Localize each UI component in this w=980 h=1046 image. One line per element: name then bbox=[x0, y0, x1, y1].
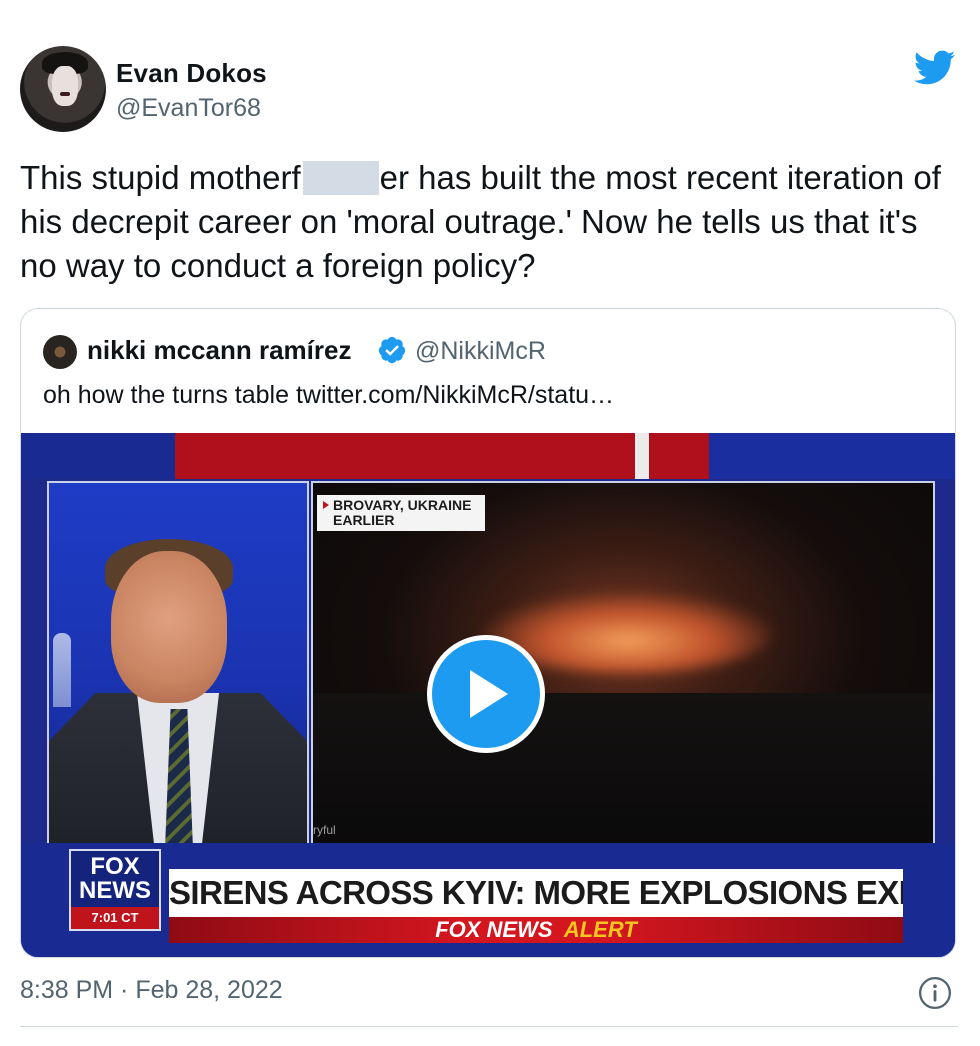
tweet-text: This stupid motherf er has built the most… bbox=[20, 156, 960, 288]
quoted-tweet-text[interactable]: oh how the turns table twitter.com/Nikki… bbox=[43, 381, 614, 410]
bottom-divider bbox=[20, 1026, 958, 1027]
host-video-panel bbox=[47, 481, 309, 847]
tweet-header: Evan Dokos @EvanTor68 bbox=[20, 44, 960, 136]
alert-brand: FOX NEWS bbox=[435, 917, 553, 942]
quoted-author-avatar[interactable] bbox=[43, 335, 77, 369]
location-line-1: BROVARY, UKRAINE bbox=[333, 497, 472, 513]
location-tag: BROVARY, UKRAINE EARLIER bbox=[317, 495, 485, 531]
quoted-author-name[interactable]: nikki mccann ramírez bbox=[87, 335, 351, 366]
twitter-bird-icon[interactable] bbox=[914, 50, 956, 86]
dark-ground bbox=[313, 693, 933, 845]
info-icon[interactable] bbox=[918, 976, 952, 1010]
play-icon bbox=[470, 670, 508, 718]
video-thumbnail[interactable]: BROVARY, UKRAINE EARLIER ryful FOX NEWS … bbox=[21, 433, 955, 957]
logo-line-2: NEWS bbox=[79, 877, 151, 904]
studio-red-band bbox=[175, 433, 635, 479]
author-handle[interactable]: @EvanTor68 bbox=[116, 94, 261, 123]
alert-word: ALERT bbox=[563, 917, 637, 942]
avatar-face bbox=[52, 66, 78, 106]
footage-credit: ryful bbox=[313, 823, 336, 837]
author-avatar[interactable] bbox=[20, 46, 106, 132]
play-button[interactable] bbox=[427, 635, 545, 753]
studio-red-band-2 bbox=[649, 433, 709, 479]
host-face bbox=[111, 551, 227, 703]
location-line-2: EARLIER bbox=[333, 512, 395, 528]
studio-white-bar bbox=[635, 433, 649, 479]
avatar-lips bbox=[60, 92, 70, 96]
quoted-tweet-card[interactable]: nikki mccann ramírez @NikkiMcR oh how th… bbox=[20, 308, 956, 958]
news-alert-bar: FOX NEWS ALERT bbox=[169, 917, 903, 943]
tweet-text-part-1: This stupid motherf bbox=[20, 159, 301, 196]
capitol-dome-image bbox=[53, 633, 71, 707]
news-headline: SIRENS ACROSS KYIV: MORE EXPLOSIONS EXPE… bbox=[169, 869, 903, 917]
studio-blue-panel bbox=[709, 433, 955, 479]
verified-badge-icon bbox=[378, 336, 406, 364]
logo-time: 7:01 CT bbox=[71, 907, 159, 929]
tweet-timestamp[interactable]: 8:38 PM · Feb 28, 2022 bbox=[20, 976, 283, 1005]
author-name[interactable]: Evan Dokos bbox=[116, 58, 267, 89]
network-logo: FOX NEWS 7:01 CT bbox=[69, 849, 161, 931]
location-marker-icon bbox=[323, 501, 329, 509]
footage-video-panel: BROVARY, UKRAINE EARLIER ryful bbox=[311, 481, 935, 847]
quoted-author-handle[interactable]: @NikkiMcR bbox=[415, 337, 546, 366]
news-lower-third: FOX NEWS 7:01 CT SIRENS ACROSS KYIV: MOR… bbox=[21, 843, 955, 957]
redaction-box bbox=[302, 161, 379, 195]
